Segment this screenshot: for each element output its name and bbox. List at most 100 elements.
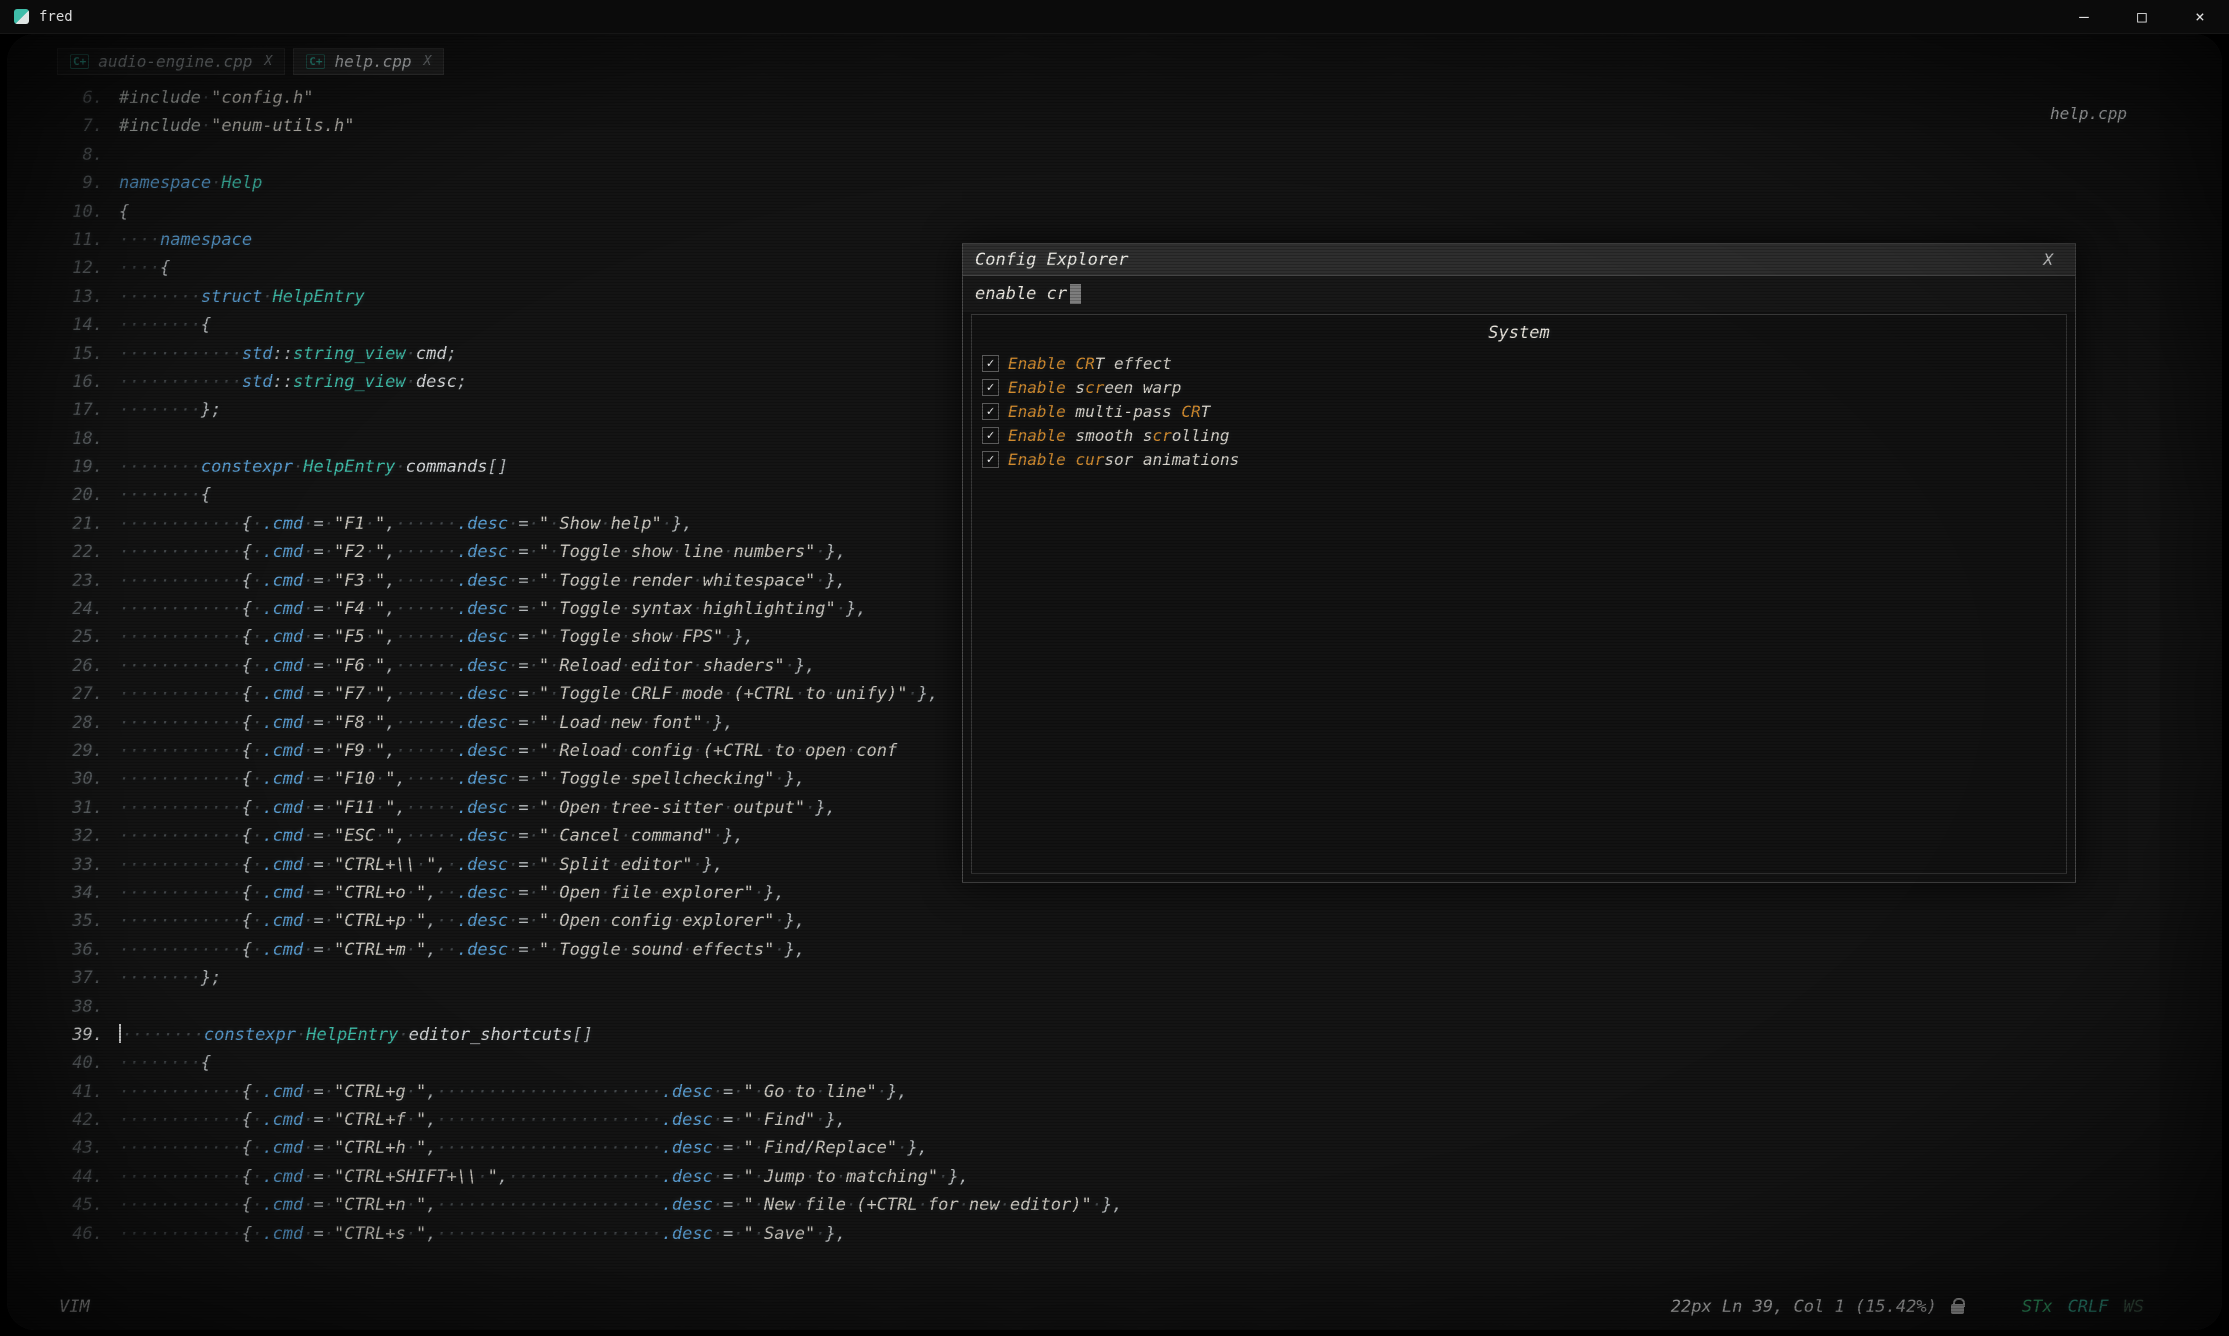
- open-file-badge: help.cpp: [2050, 104, 2127, 123]
- maximize-button[interactable]: □: [2113, 0, 2171, 34]
- code-line[interactable]: 42.············{·.cmd·=·"CTRL+f·",······…: [57, 1106, 1122, 1134]
- whitespace-dots: ·: [303, 656, 313, 676]
- code-token: ,: [426, 911, 436, 931]
- whitespace-dots: ·: [324, 571, 334, 591]
- whitespace-dots: ·: [324, 883, 334, 903]
- code-token: HelpEntry: [273, 287, 365, 307]
- config-search-input[interactable]: enable cr: [963, 276, 2075, 312]
- code-line[interactable]: 7.#include·"enum-utils.h": [57, 112, 1122, 140]
- config-options: ✓Enable CRT effect✓Enable screen warp✓En…: [982, 351, 2056, 471]
- code-line[interactable]: 8.: [57, 141, 1122, 169]
- code-token: },: [846, 599, 866, 619]
- code-token: ": [416, 911, 426, 931]
- code-token: =: [723, 1110, 733, 1130]
- whitespace-dots: ············: [119, 713, 242, 733]
- code-token: {: [242, 741, 252, 761]
- option-label-segment: [1066, 354, 1076, 373]
- line-number: 10.: [57, 198, 103, 226]
- whitespace-dots: ·: [252, 911, 262, 931]
- line-number: 27.: [57, 680, 103, 708]
- code-token: ,: [426, 1110, 436, 1130]
- code-token: new: [969, 1195, 1000, 1215]
- window-controls: – □ ×: [2055, 0, 2229, 33]
- code-token: ": [416, 1224, 426, 1244]
- whitespace-dots: ·: [826, 684, 836, 704]
- code-line[interactable]: 36.············{·.cmd·=·"CTRL+m·",··.des…: [57, 936, 1122, 964]
- whitespace-dots: ·: [365, 713, 375, 733]
- tab-help.cpp[interactable]: C+help.cppX: [293, 48, 444, 75]
- line-number: 28.: [57, 709, 103, 737]
- whitespace-dots: ············: [119, 1082, 242, 1102]
- whitespace-dots: ······················: [436, 1195, 661, 1215]
- code-line[interactable]: 40.········{: [57, 1049, 1122, 1077]
- code-token: ,: [395, 798, 405, 818]
- code-line[interactable]: 45.············{·.cmd·=·"CTRL+n·",······…: [57, 1191, 1122, 1219]
- code-line[interactable]: 6.#include·"config.h": [57, 84, 1122, 112]
- checkbox-checked-icon[interactable]: ✓: [982, 451, 999, 468]
- code-line[interactable]: 34.············{·.cmd·=·"CTRL+o·",··.des…: [57, 879, 1122, 907]
- option-label-segment: cr: [1153, 426, 1172, 445]
- whitespace-dots: ·: [652, 883, 662, 903]
- code-token: ": [385, 769, 395, 789]
- config-option[interactable]: ✓Enable multi-pass CRT: [982, 399, 2056, 423]
- code-token: =: [518, 940, 528, 960]
- whitespace-dots: ·: [621, 571, 631, 591]
- whitespace-dots: ·: [774, 911, 784, 931]
- config-option[interactable]: ✓Enable cursor animations: [982, 447, 2056, 471]
- whitespace-dots: ·: [621, 940, 631, 960]
- whitespace-dots: ·: [805, 798, 815, 818]
- code-token: =: [314, 769, 324, 789]
- close-button[interactable]: ×: [2171, 0, 2229, 34]
- whitespace-dots: ······················: [436, 1110, 661, 1130]
- checkbox-checked-icon[interactable]: ✓: [982, 427, 999, 444]
- code-line[interactable]: 9.namespace·Help: [57, 169, 1122, 197]
- whitespace-dots: ·: [296, 1025, 306, 1045]
- whitespace-dots: ·: [600, 911, 610, 931]
- code-line[interactable]: 38.: [57, 993, 1122, 1021]
- whitespace-dots: ············: [119, 514, 242, 534]
- code-line[interactable]: 35.············{·.cmd·=·"CTRL+p·",··.des…: [57, 907, 1122, 935]
- whitespace-dots: ·: [303, 855, 313, 875]
- whitespace-dots: ·: [774, 940, 784, 960]
- tab-bar: C+audio-engine.cppX C+help.cppX: [57, 48, 444, 75]
- code-token: {: [242, 798, 252, 818]
- code-line[interactable]: 44.············{·.cmd·=·"CTRL+SHIFT+\\·"…: [57, 1163, 1122, 1191]
- code-line[interactable]: 41.············{·.cmd·=·"CTRL+g·",······…: [57, 1078, 1122, 1106]
- whitespace-dots: ············: [119, 911, 242, 931]
- code-token: .cmd: [262, 855, 303, 875]
- checkbox-checked-icon[interactable]: ✓: [982, 403, 999, 420]
- code-token: =: [314, 571, 324, 591]
- whitespace-dots: ·: [529, 627, 539, 647]
- code-line[interactable]: 10.{: [57, 198, 1122, 226]
- code-line[interactable]: 46.············{·.cmd·=·"CTRL+s·",······…: [57, 1220, 1122, 1248]
- whitespace-dots: ·: [713, 1082, 723, 1102]
- whitespace-dots: ·: [672, 911, 682, 931]
- code-token: {: [242, 1195, 252, 1215]
- code-token: },: [672, 514, 692, 534]
- code-token: ,: [385, 627, 395, 647]
- popup-close-button[interactable]: X: [2033, 250, 2063, 269]
- minimize-button[interactable]: –: [2055, 0, 2113, 34]
- code-token: },: [825, 1110, 845, 1130]
- config-option[interactable]: ✓Enable screen warp: [982, 375, 2056, 399]
- code-token: },: [948, 1167, 968, 1187]
- code-token: =: [314, 1224, 324, 1244]
- tab-close-icon[interactable]: X: [264, 54, 272, 69]
- code-line[interactable]: 37.········};: [57, 964, 1122, 992]
- whitespace-dots: ·: [375, 769, 385, 789]
- whitespace-dots: ·: [754, 1224, 764, 1244]
- whitespace-dots: ·: [836, 599, 846, 619]
- whitespace-dots: ·: [621, 769, 631, 789]
- code-token: =: [518, 741, 528, 761]
- code-line[interactable]: 39.········constexpr·HelpEntry·editor_sh…: [57, 1021, 1122, 1049]
- whitespace-dots: ·: [529, 940, 539, 960]
- tab-close-icon[interactable]: X: [424, 54, 432, 69]
- config-option[interactable]: ✓Enable smooth scrolling: [982, 423, 2056, 447]
- checkbox-checked-icon[interactable]: ✓: [982, 355, 999, 372]
- code-line[interactable]: 43.············{·.cmd·=·"CTRL+h·",······…: [57, 1134, 1122, 1162]
- tab-audio-engine.cpp[interactable]: C+audio-engine.cppX: [57, 48, 285, 75]
- code-token: ": [488, 1167, 498, 1187]
- checkbox-checked-icon[interactable]: ✓: [982, 379, 999, 396]
- config-option[interactable]: ✓Enable CRT effect: [982, 351, 2056, 375]
- whitespace-dots: ·: [508, 940, 518, 960]
